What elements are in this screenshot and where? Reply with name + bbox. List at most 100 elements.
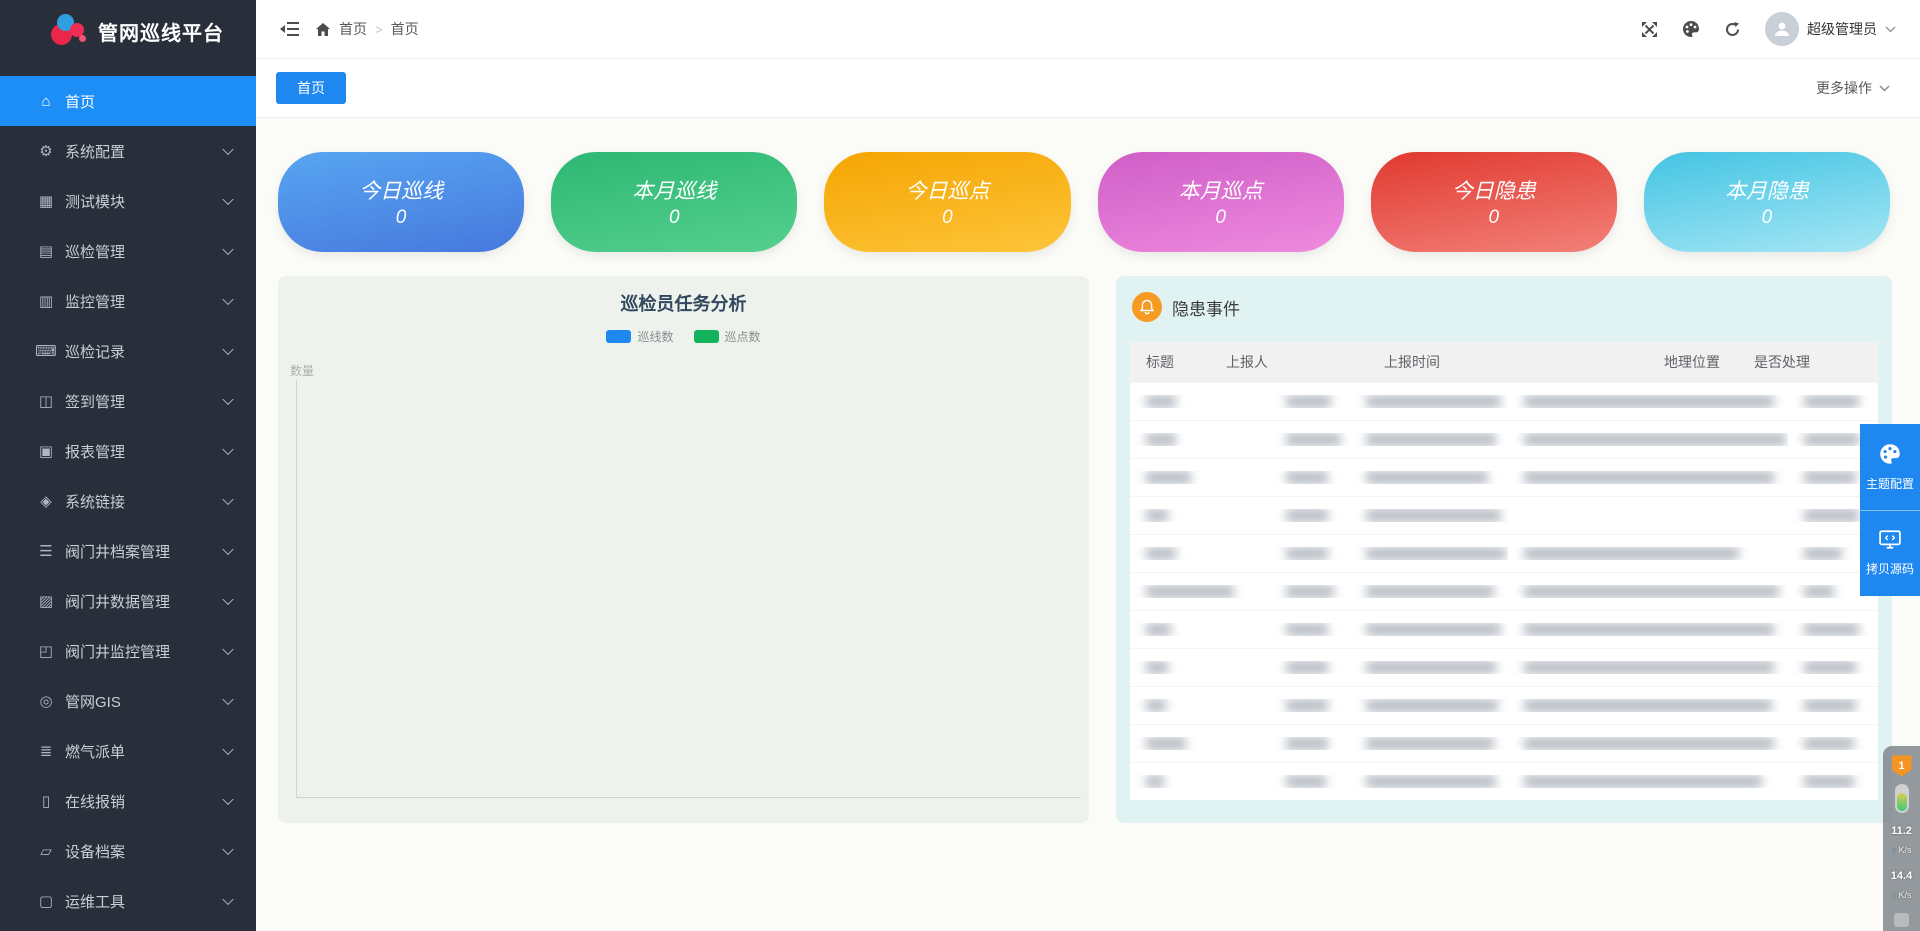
stat-card-label: 今日巡线	[359, 175, 443, 205]
sidebar-item[interactable]: ⚙ 系统配置	[0, 126, 256, 176]
sidebar-item[interactable]: ▱ 设备档案	[0, 826, 256, 876]
logo-icon	[50, 11, 88, 51]
column-header: 上报时间	[1368, 352, 1648, 372]
table-row	[1130, 534, 1878, 572]
copy-source-button[interactable]: 拷贝源码	[1860, 510, 1920, 596]
table-cell-redacted	[1270, 737, 1350, 750]
menu-item-icon: ▢	[34, 892, 58, 910]
tab-home[interactable]: 首页	[276, 72, 346, 104]
collapse-sidebar-icon[interactable]	[280, 21, 299, 37]
chart-x-axis-line	[296, 797, 1081, 798]
home-icon[interactable]	[315, 22, 331, 37]
shield-badge-icon: 1	[1892, 755, 1912, 776]
floating-action-buttons: 主题配置 拷贝源码	[1860, 424, 1920, 596]
theme-config-button[interactable]: 主题配置	[1860, 424, 1920, 510]
menu-item-icon: ◎	[34, 692, 58, 710]
table-cell-redacted	[1350, 623, 1508, 636]
stat-card: 本月巡线 0	[551, 152, 797, 252]
breadcrumb: 首页 > 首页	[315, 19, 419, 39]
sidebar-item[interactable]: ⌨ 巡检记录	[0, 326, 256, 376]
sidebar-item[interactable]: ◫ 签到管理	[0, 376, 256, 426]
menu-item-label: 在线报销	[65, 791, 125, 812]
sidebar-item[interactable]: ◰ 阀门井监控管理	[0, 626, 256, 676]
more-operations-button[interactable]: 更多操作	[1816, 78, 1890, 98]
arrow-up-icon: ↑	[1891, 845, 1896, 855]
table-cell-redacted	[1508, 471, 1788, 484]
column-header: 上报人	[1210, 352, 1368, 372]
table-row	[1130, 496, 1878, 534]
sidebar-item[interactable]: ▨ 阀门井数据管理	[0, 576, 256, 626]
table-cell-redacted	[1130, 433, 1270, 446]
stat-card-value: 0	[1762, 207, 1773, 229]
sidebar-item[interactable]: ▤ 巡检管理	[0, 226, 256, 276]
table-cell-redacted	[1788, 775, 1878, 788]
stat-card: 今日隐患 0	[1371, 152, 1617, 252]
menu-item-icon: ≣	[34, 742, 58, 760]
user-menu[interactable]: 超级管理员	[1765, 12, 1896, 46]
task-analysis-chart-panel: 巡检员任务分析 巡线数 巡点数 数量	[278, 276, 1089, 823]
upload-speed: 11.2 ↑ K/s	[1891, 821, 1912, 858]
stat-card-label: 本月巡线	[632, 175, 716, 205]
table-cell-redacted	[1350, 471, 1508, 484]
legend-item[interactable]: 巡点数	[694, 328, 761, 345]
sidebar-item[interactable]: ▢ 运维工具	[0, 876, 256, 926]
fullscreen-icon[interactable]	[1641, 21, 1658, 38]
stat-card: 本月巡点 0	[1098, 152, 1344, 252]
stat-card: 本月隐患 0	[1644, 152, 1890, 252]
topbar: 首页 > 首页	[256, 0, 1920, 59]
menu-item-icon: ▤	[34, 242, 58, 260]
table-cell-redacted	[1270, 661, 1350, 674]
table-row	[1130, 458, 1878, 496]
palette-icon	[1879, 443, 1901, 465]
menu-item-label: 系统配置	[65, 141, 125, 162]
table-cell-redacted	[1788, 737, 1878, 750]
sidebar-item[interactable]: ◎ 管网GIS	[0, 676, 256, 726]
sidebar-item[interactable]: ▣ 报表管理	[0, 426, 256, 476]
sidebar-item[interactable]: ▥ 监控管理	[0, 276, 256, 326]
stat-card-label: 本月巡点	[1179, 175, 1263, 205]
table-cell-redacted	[1350, 775, 1508, 788]
table-cell-redacted	[1788, 395, 1878, 408]
net-speed-widget[interactable]: 1 11.2 ↑ K/s 14.4 ↓ K/s	[1883, 746, 1920, 931]
legend-item[interactable]: 巡线数	[606, 328, 673, 345]
hazard-panel-title: 隐患事件	[1172, 295, 1240, 320]
sidebar-item[interactable]: ▦ 测试模块	[0, 176, 256, 226]
main-area: 首页 > 首页	[256, 0, 1920, 931]
menu-item-label: 巡检管理	[65, 241, 125, 262]
breadcrumb-root[interactable]: 首页	[339, 19, 367, 39]
stat-card-value: 0	[396, 207, 407, 229]
menu-item-icon: ▱	[34, 842, 58, 860]
legend-label: 巡点数	[725, 328, 761, 345]
chevron-down-icon	[1885, 26, 1896, 33]
menu-item-label: 报表管理	[65, 441, 125, 462]
battery-gauge-icon	[1895, 784, 1909, 813]
table-cell-redacted	[1508, 433, 1788, 446]
sidebar-item[interactable]: ☰ 阀门井档案管理	[0, 526, 256, 576]
sidebar-item[interactable]: ≣ 燃气派单	[0, 726, 256, 776]
table-cell-redacted	[1350, 585, 1508, 598]
table-row	[1130, 724, 1878, 762]
sidebar-item[interactable]: ◈ 系统链接	[0, 476, 256, 526]
chevron-down-icon	[222, 344, 233, 355]
menu-item-label: 巡检记录	[65, 341, 125, 362]
table-cell-redacted	[1350, 395, 1508, 408]
hazard-events-panel: 隐患事件 标题 上报人 上报时间 地理位置 是否处	[1116, 276, 1892, 823]
menu-item-icon: ◰	[34, 642, 58, 660]
sidebar-item[interactable]: ▯ 在线报销	[0, 776, 256, 826]
chevron-down-icon	[222, 394, 233, 405]
menu-item-label: 阀门井监控管理	[65, 641, 170, 662]
menu-item-label: 阀门井档案管理	[65, 541, 170, 562]
user-name: 超级管理员	[1807, 19, 1877, 39]
stat-card-value: 0	[942, 207, 953, 229]
sidebar: 管网巡线平台 ⌂ 首页 ⚙ 系统配置 ▦ 测试模块 ▤ 巡检管	[0, 0, 256, 931]
refresh-icon[interactable]	[1724, 21, 1741, 38]
table-cell-redacted	[1130, 737, 1270, 750]
legend-label: 巡线数	[637, 328, 673, 345]
breadcrumb-current: 首页	[391, 19, 419, 39]
theme-palette-icon[interactable]	[1682, 20, 1700, 38]
sidebar-item[interactable]: ⌂ 首页	[0, 76, 256, 126]
widget-footer-block	[1894, 913, 1909, 927]
chevron-down-icon	[222, 194, 233, 205]
table-row	[1130, 572, 1878, 610]
table-cell-redacted	[1270, 509, 1350, 522]
